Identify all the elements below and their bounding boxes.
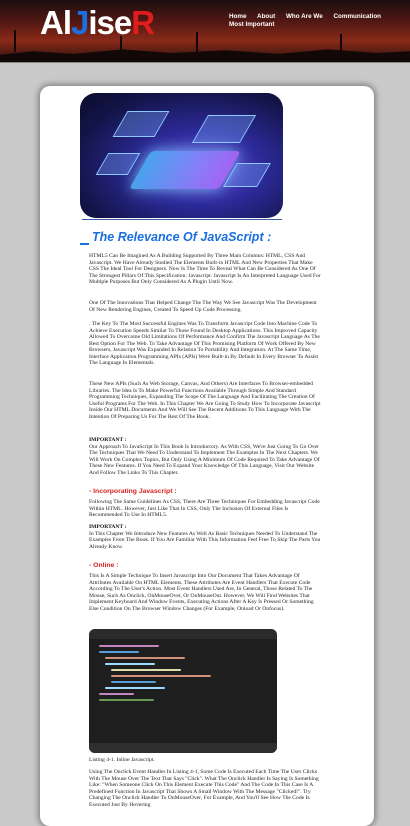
tree-silhouette bbox=[340, 34, 342, 52]
hero-image bbox=[80, 93, 283, 218]
hero-panel bbox=[112, 111, 170, 137]
code-line bbox=[111, 675, 211, 677]
code-line bbox=[105, 663, 155, 665]
logo-part: ise bbox=[88, 4, 132, 41]
nav-who-are-we[interactable]: Who Are We bbox=[286, 13, 323, 20]
site-header: AlJiseR Home About Who Are We Communicat… bbox=[0, 0, 410, 62]
editor-titlebar bbox=[89, 629, 277, 639]
code-screenshot bbox=[89, 629, 277, 753]
paragraph-text: HTML5 Can Be Imagined As A Building Supp… bbox=[89, 253, 321, 286]
code-caption: Listing 4-1. Inline Javascript. bbox=[89, 757, 155, 763]
nav-home[interactable]: Home bbox=[229, 13, 247, 20]
important-text: Our Approach To JavaScript In This Book … bbox=[89, 443, 320, 476]
code-line bbox=[99, 645, 159, 647]
main-nav: Home About Who Are We Communication Most… bbox=[229, 13, 399, 29]
paragraph-text: This Is A Simple Technique To Insert Jav… bbox=[89, 573, 314, 612]
paragraph-incorporating: Following The Same Guidelines As CSS, Th… bbox=[89, 499, 323, 519]
section-heading-online: - Online : bbox=[89, 562, 119, 569]
paragraph-4: These New APIs (Such As Web Storage, Can… bbox=[89, 381, 323, 420]
nav-most-important[interactable]: Most Important bbox=[229, 21, 274, 28]
paragraph-text: These New APIs (Such As Web Storage, Can… bbox=[89, 381, 321, 420]
important-note-1: IMPORTANT : Our Approach To JavaScript I… bbox=[89, 437, 323, 476]
code-line bbox=[99, 699, 154, 701]
paragraph-text: Using The Onclick Event Handler In Listi… bbox=[89, 769, 319, 808]
site-logo[interactable]: AlJiseR bbox=[40, 3, 155, 43]
hero-panel bbox=[191, 115, 257, 143]
header-divider bbox=[0, 62, 410, 63]
logo-part: J bbox=[71, 4, 89, 41]
paragraph-online: This Is A Simple Technique To Insert Jav… bbox=[89, 573, 323, 612]
code-line bbox=[105, 687, 165, 689]
paragraph-text: . The Key To The Most Successful Engines… bbox=[89, 321, 320, 367]
code-line bbox=[111, 669, 181, 671]
title-text: The Relevance Of JavaScript : bbox=[92, 230, 272, 244]
logo-part: R bbox=[131, 4, 155, 41]
important-text: In This Chapter We Introduce New Feature… bbox=[89, 530, 321, 550]
article-title: The Relevance Of JavaScript : bbox=[80, 229, 340, 245]
header-landscape bbox=[0, 49, 410, 62]
paragraph-1: HTML5 Can Be Imagined As A Building Supp… bbox=[89, 253, 323, 286]
tree-silhouette bbox=[14, 30, 16, 52]
paragraph-text: One Of The Innovations That Helped Chang… bbox=[89, 300, 317, 313]
paragraph-text: Following The Same Guidelines As CSS, Th… bbox=[89, 499, 320, 519]
nav-communication[interactable]: Communication bbox=[333, 13, 381, 20]
logo-part: Al bbox=[40, 4, 72, 41]
paragraph-2: One Of The Innovations That Helped Chang… bbox=[89, 300, 323, 313]
tree-silhouette bbox=[196, 32, 198, 52]
nav-about[interactable]: About bbox=[257, 13, 275, 20]
code-line bbox=[99, 693, 134, 695]
important-note-2: IMPORTANT : In This Chapter We Introduce… bbox=[89, 524, 323, 550]
code-line bbox=[99, 651, 139, 653]
paragraph-last: Using The Onclick Event Handler In Listi… bbox=[89, 769, 323, 808]
section-heading-incorporating: - Incorporating Javascript : bbox=[89, 488, 177, 495]
code-line bbox=[105, 657, 185, 659]
editor-terminal-bar bbox=[89, 743, 277, 753]
hero-underline bbox=[82, 219, 282, 220]
title-underscore bbox=[80, 243, 89, 245]
hero-panel bbox=[95, 153, 141, 175]
paragraph-3: . The Key To The Most Successful Engines… bbox=[89, 321, 323, 367]
code-line bbox=[111, 681, 156, 683]
